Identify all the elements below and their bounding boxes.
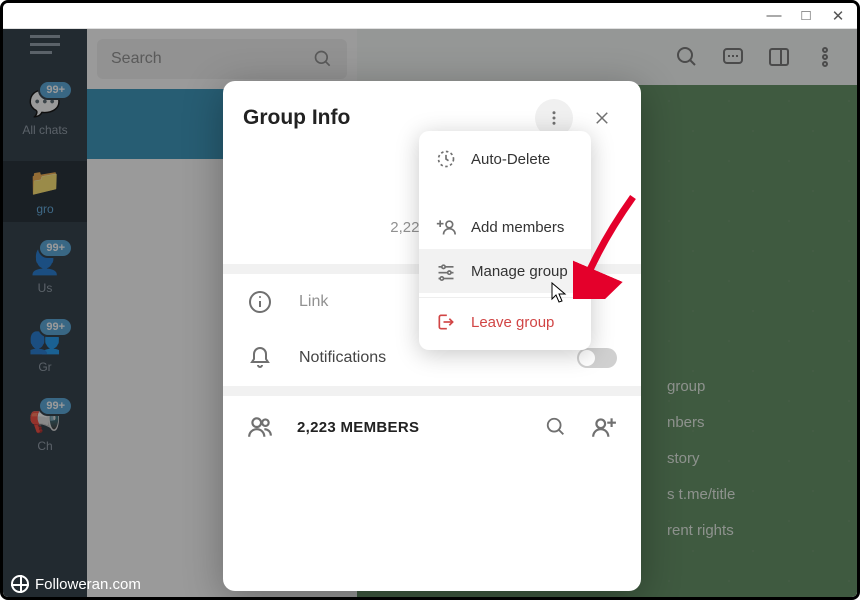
dropdown-label: Auto-Delete [471,151,550,168]
leave-icon [435,312,457,332]
sliders-icon [435,261,457,281]
search-icon [313,49,333,69]
dropdown-add-members[interactable]: Add members [419,205,591,249]
sidebar-item-us[interactable]: 99+ 👤 Us [3,240,87,301]
members-count-label: 2,223 MEMBERS [297,419,521,436]
notifications-label: Notifications [299,349,551,367]
group-actions-dropdown: Auto-Delete Add members Manage group Lea… [419,131,591,350]
dropdown-label: Leave group [471,314,554,331]
more-icon[interactable] [813,45,837,69]
sidebar-item-label: gro [36,202,53,216]
search-icon[interactable] [675,45,699,69]
unread-badge: 99+ [38,317,73,337]
sidebar-item-label: Ch [37,439,52,453]
window-close-button[interactable]: ✕ [823,5,853,27]
globe-icon [11,575,29,593]
sidebar-item-ch[interactable]: 99+ 📢 Ch [3,398,87,459]
sidebar: 99+ 💬 All chats 📁 gro 99+ 👤 Us 99+ 👥 Gr … [3,29,87,597]
window-titlebar: — □ ✕ [3,3,857,29]
info-icon [247,290,273,314]
add-user-icon [435,217,457,237]
divider [223,386,641,396]
annotation-arrow [573,189,643,299]
search-input[interactable]: Search [97,39,347,79]
dropdown-auto-delete[interactable]: Auto-Delete [419,137,591,181]
search-placeholder: Search [111,50,162,68]
bell-icon [247,346,273,370]
dropdown-label: Manage group [471,263,568,280]
chat-header [357,29,857,85]
timer-icon [435,149,457,169]
sidepanel-icon[interactable] [767,45,791,69]
admin-panel-peek: group nbers story s t.me/title rent righ… [667,369,827,549]
watermark: Followeran.com [11,575,141,593]
window-maximize-button[interactable]: □ [791,5,821,27]
discuss-icon[interactable] [721,45,745,69]
add-member-button[interactable] [591,414,617,440]
members-row: 2,223 MEMBERS [223,396,641,458]
members-icon [247,414,273,440]
sidebar-item-all-chats[interactable]: 99+ 💬 All chats [3,82,87,143]
unread-badge: 99+ [38,396,73,416]
dropdown-label: Add members [471,219,564,236]
sidebar-item-label: All chats [22,123,67,137]
mouse-cursor [549,281,569,305]
sidebar-item-label: Us [38,281,53,295]
unread-badge: 99+ [38,238,73,258]
modal-close-button[interactable] [583,99,621,137]
folder-icon: 📁 [29,167,61,198]
sidebar-item-folder[interactable]: 📁 gro [3,161,87,222]
unread-badge: 99+ [38,80,73,100]
modal-title: Group Info [243,106,525,130]
search-members-button[interactable] [545,416,567,438]
menu-icon[interactable] [30,43,60,46]
notifications-toggle[interactable] [577,348,617,368]
sidebar-item-gr[interactable]: 99+ 👥 Gr [3,319,87,380]
sidebar-item-label: Gr [38,360,51,374]
window-minimize-button[interactable]: — [759,5,789,27]
